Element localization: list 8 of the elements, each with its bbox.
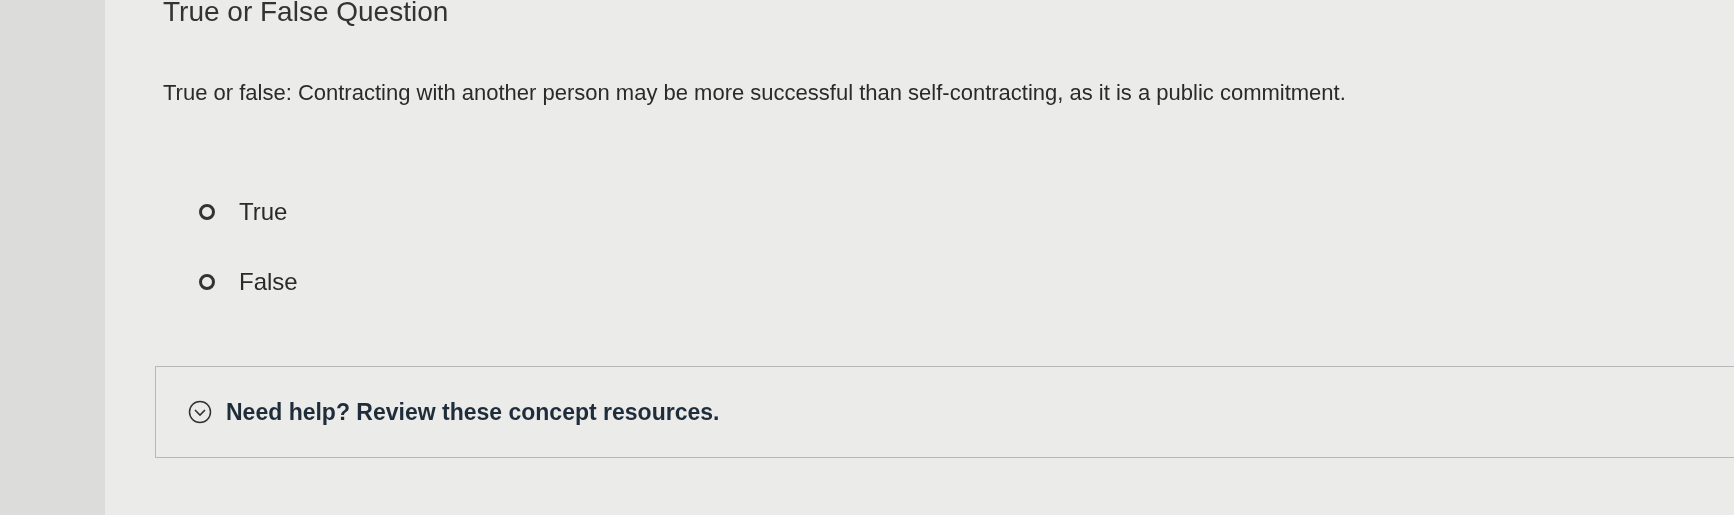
help-toggle[interactable]: Need help? Review these concept resources. [188,398,720,426]
radio-button[interactable] [199,204,215,220]
radio-button[interactable] [199,274,215,290]
answer-option[interactable]: True [199,198,288,226]
chevron-icon [188,400,212,424]
answer-option[interactable]: False [199,268,298,296]
question-title: True or False Question [163,0,450,28]
question-text: True or false: Contracting with another person may be more successful than self-contracting, as it is a public commitment. [163,80,1347,106]
